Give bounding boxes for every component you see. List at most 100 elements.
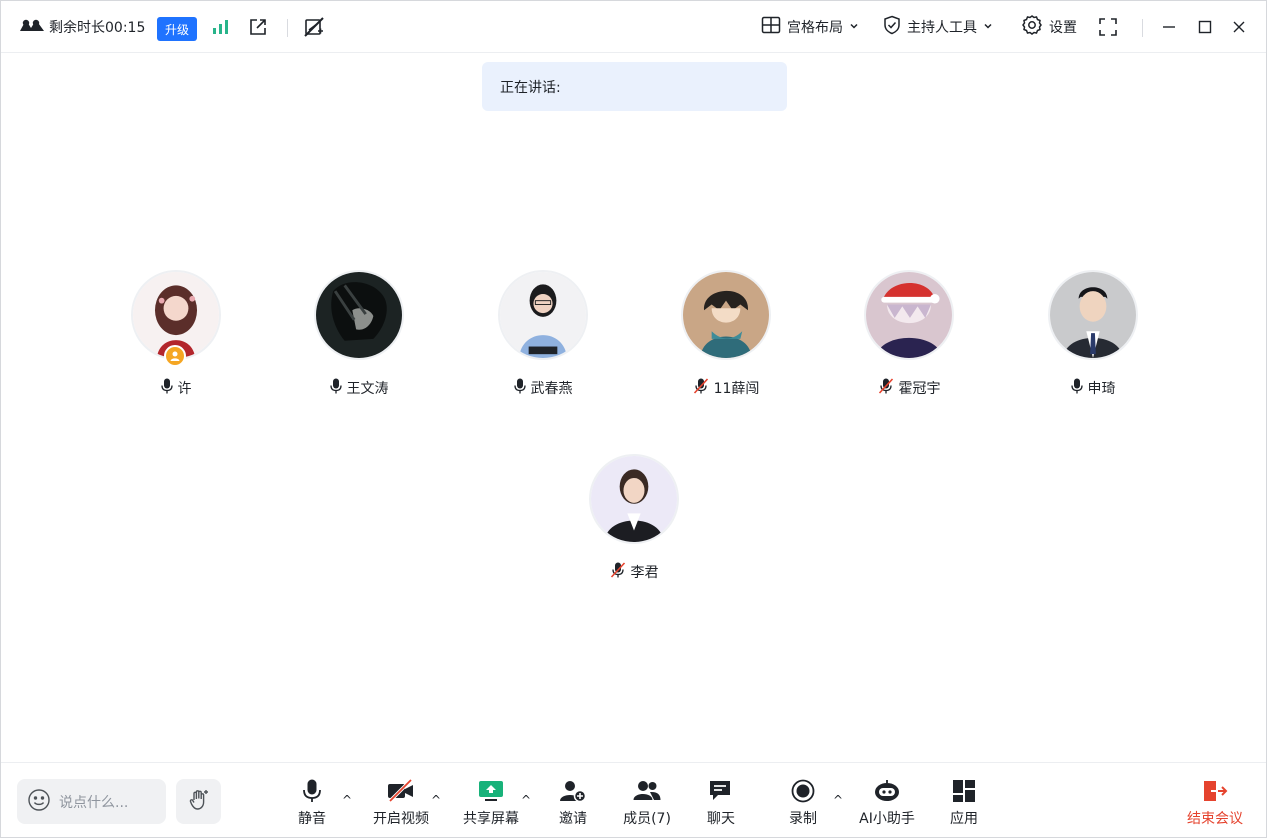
meeting-window: 剩余时长00:15 升级 宫格布局 主持人工具 设置 正在讲话: 许 王文涛 武… xyxy=(0,0,1267,838)
divider xyxy=(1142,19,1143,37)
layout-dropdown[interactable]: 宫格布局 xyxy=(761,1,859,53)
ai-assistant-label: AI小助手 xyxy=(859,811,915,827)
participant-name: 许 xyxy=(177,381,192,397)
members-button[interactable]: 成员(7) xyxy=(612,779,682,828)
participant-name-row: 申琦 xyxy=(1023,378,1163,398)
start-video-button[interactable]: 开启视频 xyxy=(366,779,436,828)
apps-grid-icon xyxy=(952,779,976,803)
minimize-icon[interactable] xyxy=(1161,1,1177,53)
participant-tile[interactable]: 王文涛 xyxy=(289,270,429,398)
participant-tile[interactable]: 武春燕 xyxy=(473,270,613,398)
mute-button[interactable]: 静音 xyxy=(277,779,347,828)
ai-robot-icon xyxy=(873,779,901,803)
record-label: 录制 xyxy=(789,811,817,827)
participant-name: 申琦 xyxy=(1087,381,1116,397)
emoji-icon[interactable] xyxy=(27,788,51,816)
participant-name: 武春燕 xyxy=(530,381,573,397)
participant-name-row: 王文涛 xyxy=(289,378,429,398)
grid-layout-icon xyxy=(761,16,781,38)
layout-label: 宫格布局 xyxy=(787,20,843,36)
divider xyxy=(287,19,288,37)
microphone-muted-icon xyxy=(693,378,709,398)
members-label: 成员(7) xyxy=(623,811,671,827)
chat-icon xyxy=(708,779,734,803)
upgrade-button[interactable]: 升级 xyxy=(157,17,197,41)
exit-icon xyxy=(1202,779,1228,803)
popout-icon[interactable] xyxy=(248,1,268,53)
share-screen-label: 共享屏幕 xyxy=(463,811,519,827)
chat-input[interactable]: 说点什么... xyxy=(17,779,166,824)
participant-name-row: 李君 xyxy=(564,562,704,582)
host-tools-label: 主持人工具 xyxy=(907,20,977,36)
speaking-indicator: 正在讲话: xyxy=(482,62,787,111)
members-icon xyxy=(633,779,661,803)
microphone-icon xyxy=(160,378,173,398)
record-icon xyxy=(791,779,815,803)
share-screen-button[interactable]: 共享屏幕 xyxy=(456,779,526,828)
chevron-down-icon xyxy=(849,19,859,35)
video-off-icon xyxy=(387,779,415,803)
avatar xyxy=(589,454,679,544)
settings-label: 设置 xyxy=(1049,20,1077,36)
fullscreen-icon[interactable] xyxy=(1098,1,1118,53)
top-bar: 剩余时长00:15 升级 宫格布局 主持人工具 设置 xyxy=(1,1,1266,53)
avatar xyxy=(314,270,404,360)
chat-label: 聊天 xyxy=(707,811,735,827)
avatar xyxy=(681,270,771,360)
microphone-icon xyxy=(1070,378,1083,398)
whiteboard-off-icon[interactable] xyxy=(303,1,325,53)
avatar xyxy=(1048,270,1138,360)
shield-icon xyxy=(883,15,901,39)
apps-label: 应用 xyxy=(950,811,978,827)
microphone-muted-icon xyxy=(878,378,894,398)
microphone-icon xyxy=(513,378,526,398)
end-meeting-label: 结束会议 xyxy=(1187,811,1243,827)
raise-hand-icon xyxy=(187,788,211,816)
microphone-icon xyxy=(329,378,342,398)
participant-name-row: 许 xyxy=(106,378,246,398)
host-badge-icon xyxy=(164,345,186,367)
meeting-timer: 剩余时长00:15 xyxy=(19,1,145,53)
participant-name-row: 11薛闯 xyxy=(656,378,796,398)
participant-tile[interactable]: 许 xyxy=(106,270,246,398)
participant-tile[interactable]: 霍冠宇 xyxy=(839,270,979,398)
mute-label: 静音 xyxy=(298,811,326,827)
chevron-down-icon xyxy=(983,19,993,35)
add-user-icon xyxy=(559,779,587,803)
maximize-icon[interactable] xyxy=(1197,1,1213,53)
record-options-chevron-icon[interactable]: ^ xyxy=(833,793,843,807)
microphone-icon xyxy=(302,779,322,803)
mute-options-chevron-icon[interactable]: ^ xyxy=(342,793,352,807)
remaining-time-text: 剩余时长00:15 xyxy=(49,20,146,36)
chat-placeholder: 说点什么... xyxy=(59,794,129,811)
record-button[interactable]: 录制 xyxy=(768,779,838,828)
invite-button[interactable]: 邀请 xyxy=(538,779,608,828)
end-meeting-button[interactable]: 结束会议 xyxy=(1176,779,1254,828)
speaking-label: 正在讲话: xyxy=(500,79,561,96)
avatar xyxy=(498,270,588,360)
participant-tile[interactable]: 申琦 xyxy=(1023,270,1163,398)
host-tools-dropdown[interactable]: 主持人工具 xyxy=(883,1,993,53)
chat-button[interactable]: 聊天 xyxy=(686,779,756,828)
participant-name-row: 武春燕 xyxy=(473,378,613,398)
network-signal-icon[interactable] xyxy=(211,1,229,53)
video-options-chevron-icon[interactable]: ^ xyxy=(431,793,441,807)
close-icon[interactable] xyxy=(1231,1,1247,53)
settings-button[interactable]: 设置 xyxy=(1021,1,1077,53)
microphone-muted-icon xyxy=(610,562,626,582)
app-logo-icon xyxy=(19,18,45,36)
start-video-label: 开启视频 xyxy=(373,811,429,827)
participant-name-row: 霍冠宇 xyxy=(839,378,979,398)
participant-name: 李君 xyxy=(630,565,659,581)
apps-button[interactable]: 应用 xyxy=(929,779,999,828)
share-screen-icon xyxy=(478,779,504,803)
share-options-chevron-icon[interactable]: ^ xyxy=(521,793,531,807)
raise-hand-button[interactable] xyxy=(176,779,221,824)
participant-name: 11薛闯 xyxy=(713,381,760,397)
ai-assistant-button[interactable]: AI小助手 xyxy=(852,779,922,828)
participant-tile[interactable]: 11薛闯 xyxy=(656,270,796,398)
participant-name: 王文涛 xyxy=(346,381,389,397)
invite-label: 邀请 xyxy=(559,811,587,827)
gear-icon xyxy=(1021,14,1043,40)
participant-tile[interactable]: 李君 xyxy=(564,454,704,582)
